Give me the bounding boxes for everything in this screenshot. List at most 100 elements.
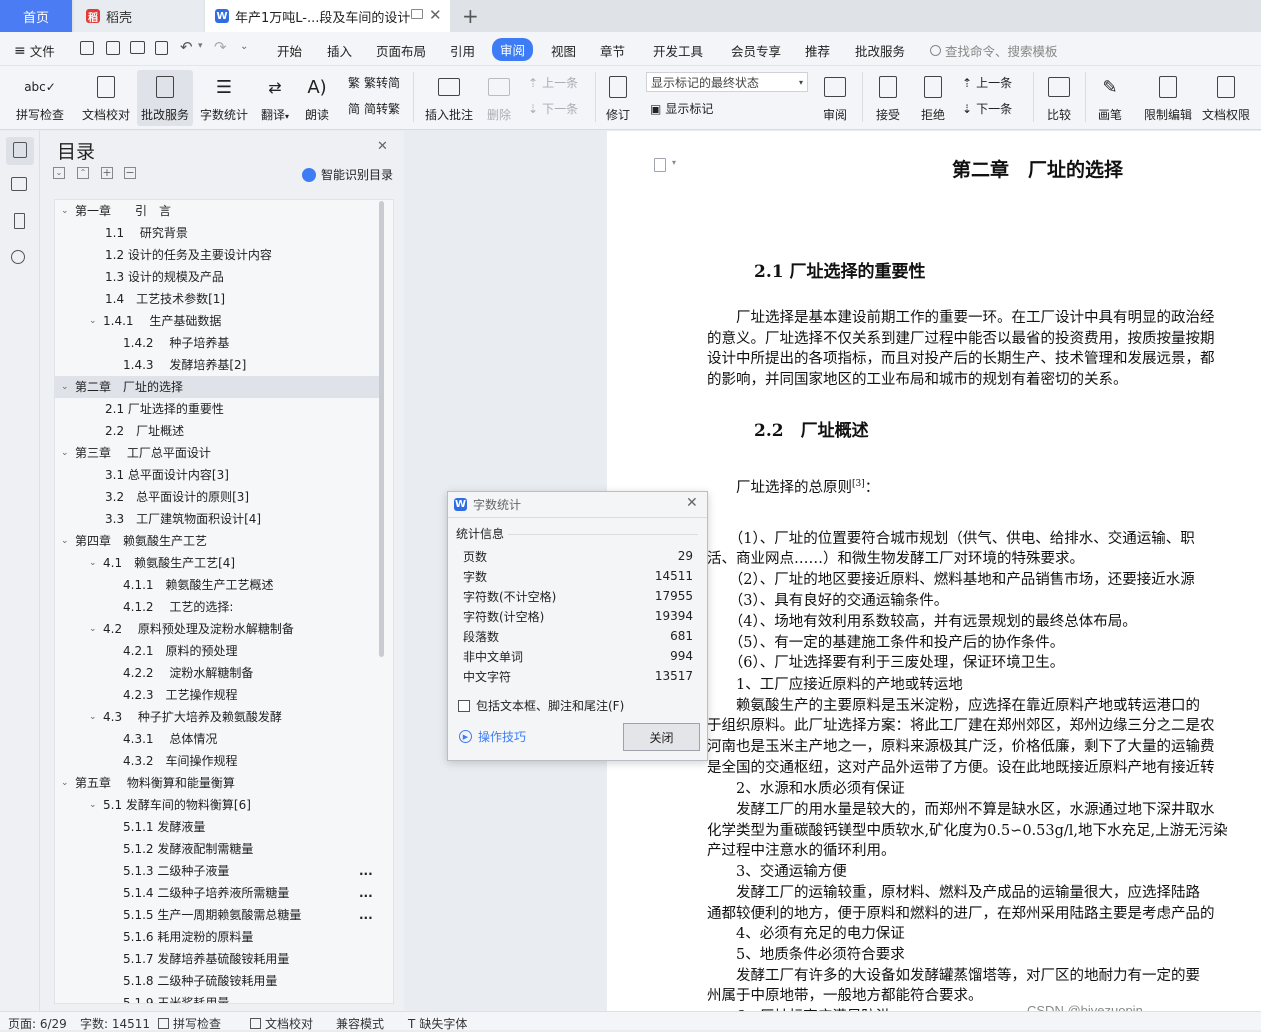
toc-item[interactable]: ⌄ 第三章 工厂总平面设计: [55, 442, 379, 464]
toc-item[interactable]: 4.2.2 淀粉水解糖制备: [55, 662, 379, 684]
delete-comment-button[interactable]: 删除: [480, 70, 518, 126]
chevron-down-icon[interactable]: ⌄: [89, 310, 101, 332]
toc-item[interactable]: 5.1.9 玉米浆耗用量: [55, 992, 379, 1003]
new-tab-button[interactable]: +: [462, 0, 479, 32]
insert-comment-button[interactable]: 插入批注: [420, 70, 478, 126]
next-change-button[interactable]: ⇣ 下一条: [962, 100, 1012, 117]
toc-item[interactable]: 4.1.1 赖氨酸生产工艺概述: [55, 574, 379, 596]
menu-item-view[interactable]: 视图: [551, 41, 576, 60]
prev-change-button[interactable]: ⇡ 上一条: [962, 74, 1012, 91]
close-icon[interactable]: ✕: [429, 6, 442, 24]
chevron-down-icon[interactable]: ⌄: [89, 794, 101, 816]
menu-item-member[interactable]: 会员专享: [731, 41, 781, 60]
checkbox-box[interactable]: [458, 699, 470, 712]
track-changes-button[interactable]: 修订: [600, 70, 636, 126]
toc-item[interactable]: 1.4.2 种子培养基: [55, 332, 379, 354]
restrict-edit-button[interactable]: 限制编辑: [1140, 70, 1196, 126]
reject-button[interactable]: 拒绝: [915, 70, 951, 126]
tab-home[interactable]: 首页: [0, 0, 72, 32]
menu-item-review[interactable]: 审阅: [492, 38, 534, 61]
dialog-titlebar[interactable]: W 字数统计: [448, 492, 707, 516]
compare-button[interactable]: 比较: [1040, 70, 1078, 126]
spellcheck-button[interactable]: abc✓ 拼写检查: [10, 70, 70, 126]
toc-item[interactable]: 5.1.1 发酵液量: [55, 816, 379, 838]
tab-document[interactable]: W 年产1万吨L-...段及车间的设计 ✕: [205, 0, 450, 32]
toc-item[interactable]: 1.4.3 发酵培养基[2]: [55, 354, 379, 376]
save-icon[interactable]: [80, 41, 94, 55]
pen-button[interactable]: ✎ 画笔: [1092, 70, 1128, 126]
trad-to-simp-button[interactable]: 繁繁转简: [348, 74, 400, 91]
toc-item[interactable]: 3.1 总平面设计内容[3]: [55, 464, 379, 486]
toc-item[interactable]: 4.3.2 车间操作规程: [55, 750, 379, 772]
toc-item[interactable]: ⌄ 5.1 发酵车间的物料衡算[6]: [55, 794, 379, 816]
close-icon[interactable]: ✕: [686, 495, 698, 511]
markup-state-select[interactable]: 显示标记的最终状态 ▾: [646, 72, 808, 92]
accept-button[interactable]: 接受: [870, 70, 906, 126]
toc-item[interactable]: 4.1.2 工艺的选择:: [55, 596, 379, 618]
menu-item-references[interactable]: 引用: [450, 41, 475, 60]
doc-options-icon[interactable]: [654, 158, 666, 172]
toc-item[interactable]: 2.2 厂址概述: [55, 420, 379, 442]
toc-item[interactable]: 5.1.8 二级种子硫酸铵耗用量: [55, 970, 379, 992]
smart-toc-button[interactable]: 智能识别目录: [302, 166, 393, 183]
toc-item[interactable]: 4.2.3 工艺操作规程: [55, 684, 379, 706]
toc-scrollbar[interactable]: [379, 201, 384, 657]
chevron-down-icon[interactable]: ⌄: [61, 530, 73, 552]
toc-item[interactable]: 5.1.4 二级种子培养液所需糖量...: [55, 882, 379, 904]
dialog-close-button[interactable]: 关闭: [623, 723, 700, 751]
export-icon[interactable]: [106, 41, 120, 55]
print-icon[interactable]: [130, 41, 145, 54]
read-aloud-button[interactable]: A) 朗读: [300, 70, 334, 126]
chapter-nav-icon[interactable]: [11, 177, 27, 191]
chevron-down-icon[interactable]: ⌄: [61, 376, 73, 398]
menu-item-correction[interactable]: 批改服务: [855, 41, 905, 60]
pin-icon[interactable]: [411, 9, 423, 19]
word-count-indicator[interactable]: 字数: 14511: [80, 1015, 150, 1032]
include-footnotes-checkbox[interactable]: 包括文本框、脚注和尾注(F): [458, 697, 624, 714]
chevron-down-icon[interactable]: ⌄: [89, 706, 101, 728]
page-indicator[interactable]: 页面: 6/29: [8, 1015, 67, 1032]
toc-item[interactable]: 5.1.6 耗用淀粉的原料量: [55, 926, 379, 948]
prev-comment-button[interactable]: ⇡ 上一条: [528, 74, 578, 91]
menu-item-recommend[interactable]: 推荐: [805, 41, 830, 60]
toc-item[interactable]: 1.1 研究背景: [55, 222, 379, 244]
show-markup-button[interactable]: ▣ 显示标记: [650, 100, 713, 117]
chevron-down-icon[interactable]: ⌄: [61, 442, 73, 464]
undo-icon[interactable]: ↶: [180, 38, 193, 56]
toc-item[interactable]: 5.1.3 二级种子液量...: [55, 860, 379, 882]
more-icon[interactable]: ...: [359, 904, 373, 926]
toc-item[interactable]: ⌄ 第四章 赖氨酸生产工艺: [55, 530, 379, 552]
undo-dropdown-icon[interactable]: ▾: [198, 41, 203, 51]
search-icon[interactable]: [11, 250, 25, 264]
menu-item-insert[interactable]: 插入: [327, 41, 352, 60]
menu-item-layout[interactable]: 页面布局: [376, 41, 426, 60]
menu-item-chapter[interactable]: 章节: [600, 41, 625, 60]
toc-item[interactable]: 1.3 设计的规模及产品: [55, 266, 379, 288]
toc-item[interactable]: ⌄ 第五章 物料衡算和能量衡算: [55, 772, 379, 794]
review-pane-button[interactable]: 审阅: [815, 70, 855, 126]
toc-item[interactable]: 5.1.7 发酵培养基硫酸铵耗用量: [55, 948, 379, 970]
doc-rights-button[interactable]: 文档权限: [1198, 70, 1254, 126]
doc-check-button[interactable]: 文档校对: [78, 70, 134, 126]
correction-service-button[interactable]: 批改服务: [137, 70, 193, 126]
bookmark-icon[interactable]: [14, 213, 25, 229]
more-quick-icon[interactable]: ⌄: [240, 41, 248, 52]
tab-daoke[interactable]: 稻 稻壳: [74, 0, 204, 32]
chevron-down-icon[interactable]: ⌄: [89, 552, 101, 574]
redo-icon[interactable]: ↷: [214, 38, 227, 56]
collapse-icon[interactable]: ⌃: [77, 167, 89, 179]
toc-item[interactable]: 1.2 设计的任务及主要设计内容: [55, 244, 379, 266]
word-count-button[interactable]: ☰ 字数统计: [197, 70, 251, 126]
toc-item[interactable]: ⌄ 4.1 赖氨酸生产工艺[4]: [55, 552, 379, 574]
toc-item[interactable]: 5.1.2 发酵液配制需糖量: [55, 838, 379, 860]
missing-font-status[interactable]: T 缺失字体: [408, 1015, 467, 1032]
toc-item[interactable]: 5.1.5 生产一周期赖氨酸需总糖量...: [55, 904, 379, 926]
file-menu[interactable]: ≡ 文件: [14, 41, 55, 60]
add-item-icon[interactable]: +: [101, 167, 113, 179]
toc-item[interactable]: ⌄ 第一章 引 言: [55, 200, 379, 222]
close-icon[interactable]: ✕: [377, 139, 388, 154]
translate-button[interactable]: ⇄ 翻译▾: [255, 70, 295, 126]
toc-item[interactable]: 3.3 工厂建筑物面积设计[4]: [55, 508, 379, 530]
tips-link[interactable]: ▶ 操作技巧: [459, 728, 526, 745]
menu-item-developer[interactable]: 开发工具: [653, 41, 703, 60]
